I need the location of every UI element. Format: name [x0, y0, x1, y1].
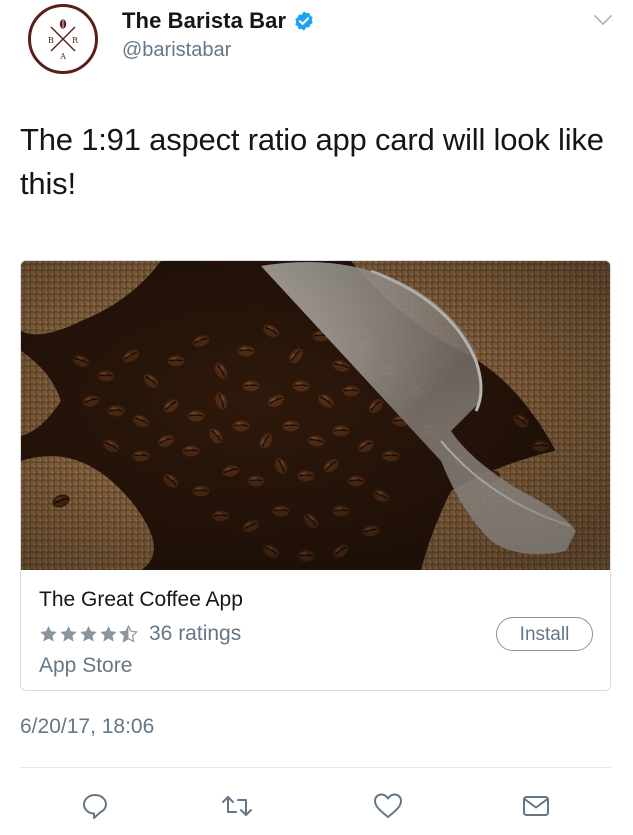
like-button[interactable] — [368, 786, 408, 826]
star-full-icon — [80, 625, 97, 642]
tweet-actions — [0, 786, 633, 826]
avatar[interactable]: B R A — [28, 4, 98, 74]
author-handle[interactable]: @baristabar — [122, 39, 231, 62]
app-card-info[interactable]: The Great Coffee App 36 ratings App Stor… — [21, 570, 610, 690]
app-store-label: App Store — [39, 654, 133, 677]
divider — [20, 767, 611, 768]
tweet-timestamp[interactable]: 6/20/17, 18:06 — [20, 715, 154, 739]
retweet-icon — [222, 796, 252, 816]
install-button[interactable]: Install — [496, 617, 593, 651]
reply-icon — [83, 794, 107, 819]
chevron-down-icon[interactable] — [592, 12, 614, 28]
ratings-count: 36 ratings — [149, 622, 242, 645]
avatar-letter-b: B — [48, 36, 54, 45]
tweet-header: B R A The Barista Bar @baristabar — [0, 0, 633, 90]
author-name-row[interactable]: The Barista Bar — [122, 6, 315, 36]
star-half-icon — [119, 625, 138, 643]
app-rating-row: 36 ratings — [39, 620, 241, 648]
avatar-letter-r: R — [72, 36, 79, 45]
star-full-icon — [40, 625, 57, 642]
star-full-icon — [60, 625, 77, 642]
coffee-beans-photo[interactable] — [21, 261, 611, 570]
coffee-bean-cross-logo-icon: B R A — [48, 19, 79, 61]
verified-badge-icon — [295, 11, 313, 31]
author-display-name[interactable]: The Barista Bar — [122, 8, 286, 34]
app-card[interactable]: The Great Coffee App 36 ratings App Stor… — [20, 260, 611, 691]
tweet-text: The 1:91 aspect ratio app card will look… — [20, 122, 604, 201]
star-full-icon — [100, 625, 117, 642]
rating-stars — [39, 625, 139, 643]
reply-button[interactable] — [75, 786, 115, 826]
heart-icon — [374, 793, 402, 818]
retweet-button[interactable] — [217, 786, 257, 826]
avatar-letter-a: A — [59, 52, 66, 61]
app-title[interactable]: The Great Coffee App — [39, 588, 243, 612]
direct-message-button[interactable] — [516, 786, 556, 826]
envelope-icon — [523, 796, 549, 816]
